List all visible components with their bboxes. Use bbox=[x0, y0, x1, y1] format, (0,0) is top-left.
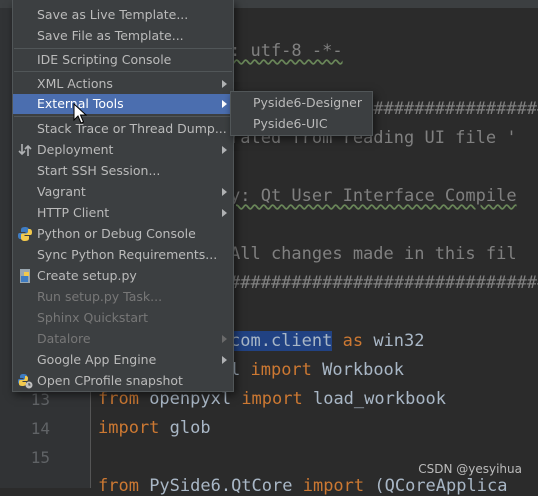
submenu-item-pyside6-uic[interactable]: Pyside6-UIC bbox=[231, 114, 372, 134]
code-line-import-glob[interactable]: import glob bbox=[98, 418, 211, 438]
code-text: ################################ bbox=[230, 273, 538, 293]
menu-item-label: Create setup.py bbox=[37, 268, 137, 283]
keyword: import bbox=[98, 418, 160, 438]
submenu-arrow-icon bbox=[222, 146, 227, 154]
menu-item-external-tools[interactable]: External Tools bbox=[13, 94, 233, 114]
menu-item-google-app-engine[interactable]: Google App Engine bbox=[13, 350, 233, 370]
menu-separator bbox=[14, 71, 232, 72]
menu-item-label: Sphinx Quickstart bbox=[37, 310, 149, 325]
code-text: : utf-8 -*- bbox=[230, 41, 343, 61]
code-line-import-win32[interactable]: com.client as win32 bbox=[230, 331, 425, 351]
menu-item-label: Stack Trace or Thread Dump... bbox=[37, 121, 227, 136]
code-text: glob bbox=[159, 418, 211, 438]
external-tools-submenu: Pyside6-Designer Pyside6-UIC bbox=[230, 91, 373, 136]
menu-item-label: Start SSH Session... bbox=[37, 163, 161, 178]
menu-item-sphinx-quickstart: Sphinx Quickstart bbox=[13, 308, 233, 328]
mouse-cursor-icon bbox=[73, 102, 88, 125]
profiler-icon bbox=[17, 373, 33, 389]
menu-item-label: Open CProfile snapshot bbox=[37, 373, 183, 388]
menu-item-datalore: Datalore bbox=[13, 329, 233, 349]
menu-item-sync-python-requirements[interactable]: Sync Python Requirements... bbox=[13, 245, 233, 265]
selected-text: com.client bbox=[230, 331, 333, 351]
submenu-item-pyside6-designer[interactable]: Pyside6-Designer bbox=[231, 93, 372, 113]
menu-item-label: HTTP Client bbox=[37, 205, 110, 220]
menu-item-deployment[interactable]: Deployment bbox=[13, 140, 233, 160]
code-line-comment-warning[interactable]: All changes made in this fil bbox=[230, 244, 517, 264]
menu-item-open-cprofile-snapshot[interactable]: Open CProfile snapshot bbox=[13, 371, 233, 391]
menu-item-label: Save File as Template... bbox=[37, 28, 184, 43]
line-number: 14 bbox=[30, 419, 50, 438]
menu-item-stack-trace[interactable]: Stack Trace or Thread Dump... bbox=[13, 119, 233, 139]
submenu-arrow-icon bbox=[222, 335, 227, 343]
python-icon bbox=[17, 226, 33, 242]
keyword: import bbox=[302, 476, 365, 496]
menu-item-label: IDE Scripting Console bbox=[37, 52, 172, 67]
code-line-import-workbook[interactable]: l import Workbook bbox=[230, 360, 404, 380]
menu-item-python-debug-console[interactable]: Python or Debug Console bbox=[13, 224, 233, 244]
line-number: 15 bbox=[30, 448, 50, 467]
deployment-icon bbox=[17, 142, 33, 158]
code-text: PySide6.QtCore bbox=[138, 476, 303, 496]
keyword: from bbox=[98, 476, 139, 496]
menu-item-create-setup-py[interactable]: Create setup.py bbox=[13, 266, 233, 286]
code-line-import-load-workbook[interactable]: from openpyxl import load_workbook bbox=[98, 389, 446, 409]
code-line-comment-rule[interactable]: ################################ bbox=[230, 273, 538, 293]
watermark: CSDN @yesyihua bbox=[418, 462, 522, 476]
keyword: import bbox=[250, 360, 312, 380]
menu-item-xml-actions[interactable]: XML Actions bbox=[13, 74, 233, 94]
menu-item-save-file-as-template[interactable]: Save File as Template... bbox=[13, 26, 233, 46]
menu-item-run-setup-py-task: Run setup.py Task... bbox=[13, 287, 233, 307]
submenu-arrow-icon bbox=[222, 188, 227, 196]
menu-item-label: Sync Python Requirements... bbox=[37, 247, 218, 262]
submenu-arrow-icon bbox=[222, 100, 227, 108]
code-text: y: Qt User Interface Compile bbox=[230, 186, 517, 206]
code-text: (QCoreApplica bbox=[364, 476, 508, 496]
menu-separator bbox=[14, 48, 232, 49]
menu-item-label: XML Actions bbox=[37, 76, 113, 91]
submenu-item-label: Pyside6-Designer bbox=[253, 95, 362, 110]
menu-item-label: Python or Debug Console bbox=[37, 226, 196, 241]
code-text: win32 bbox=[363, 331, 425, 351]
tools-menu: Save as Live Template... Save File as Te… bbox=[12, 0, 234, 392]
menu-item-save-as-live-template[interactable]: Save as Live Template... bbox=[13, 5, 233, 25]
keyword: from bbox=[98, 389, 139, 409]
code-line-encoding[interactable]: : utf-8 -*- bbox=[230, 41, 343, 61]
keyword: as bbox=[342, 331, 364, 351]
menu-item-label: Google App Engine bbox=[37, 352, 157, 367]
menu-item-label: Vagrant bbox=[37, 184, 86, 199]
menu-item-vagrant[interactable]: Vagrant bbox=[13, 182, 233, 202]
code-text: openpyxl bbox=[138, 389, 242, 409]
code-text: All changes made in this fil bbox=[230, 244, 517, 264]
python-file-icon bbox=[17, 268, 33, 284]
submenu-arrow-icon bbox=[222, 80, 227, 88]
code-line-import-qtcore[interactable]: from PySide6.QtCore import (QCoreApplica bbox=[98, 476, 507, 496]
code-text: load_workbook bbox=[302, 389, 447, 409]
submenu-item-label: Pyside6-UIC bbox=[253, 116, 328, 131]
menu-item-label: Deployment bbox=[37, 142, 114, 157]
menu-item-label: Save as Live Template... bbox=[37, 7, 189, 22]
keyword: import bbox=[241, 389, 303, 409]
code-line-comment-created-by[interactable]: y: Qt User Interface Compile bbox=[230, 186, 517, 206]
menu-item-ide-scripting-console[interactable]: IDE Scripting Console bbox=[13, 50, 233, 70]
menu-item-label: Run setup.py Task... bbox=[37, 289, 163, 304]
menu-item-http-client[interactable]: HTTP Client bbox=[13, 203, 233, 223]
code-text: Workbook bbox=[311, 360, 405, 380]
menu-item-label: Datalore bbox=[37, 331, 91, 346]
line-number: 13 bbox=[30, 390, 50, 409]
menu-item-start-ssh-session[interactable]: Start SSH Session... bbox=[13, 161, 233, 181]
submenu-arrow-icon bbox=[222, 209, 227, 217]
menu-separator bbox=[14, 116, 232, 117]
submenu-arrow-icon bbox=[222, 356, 227, 364]
